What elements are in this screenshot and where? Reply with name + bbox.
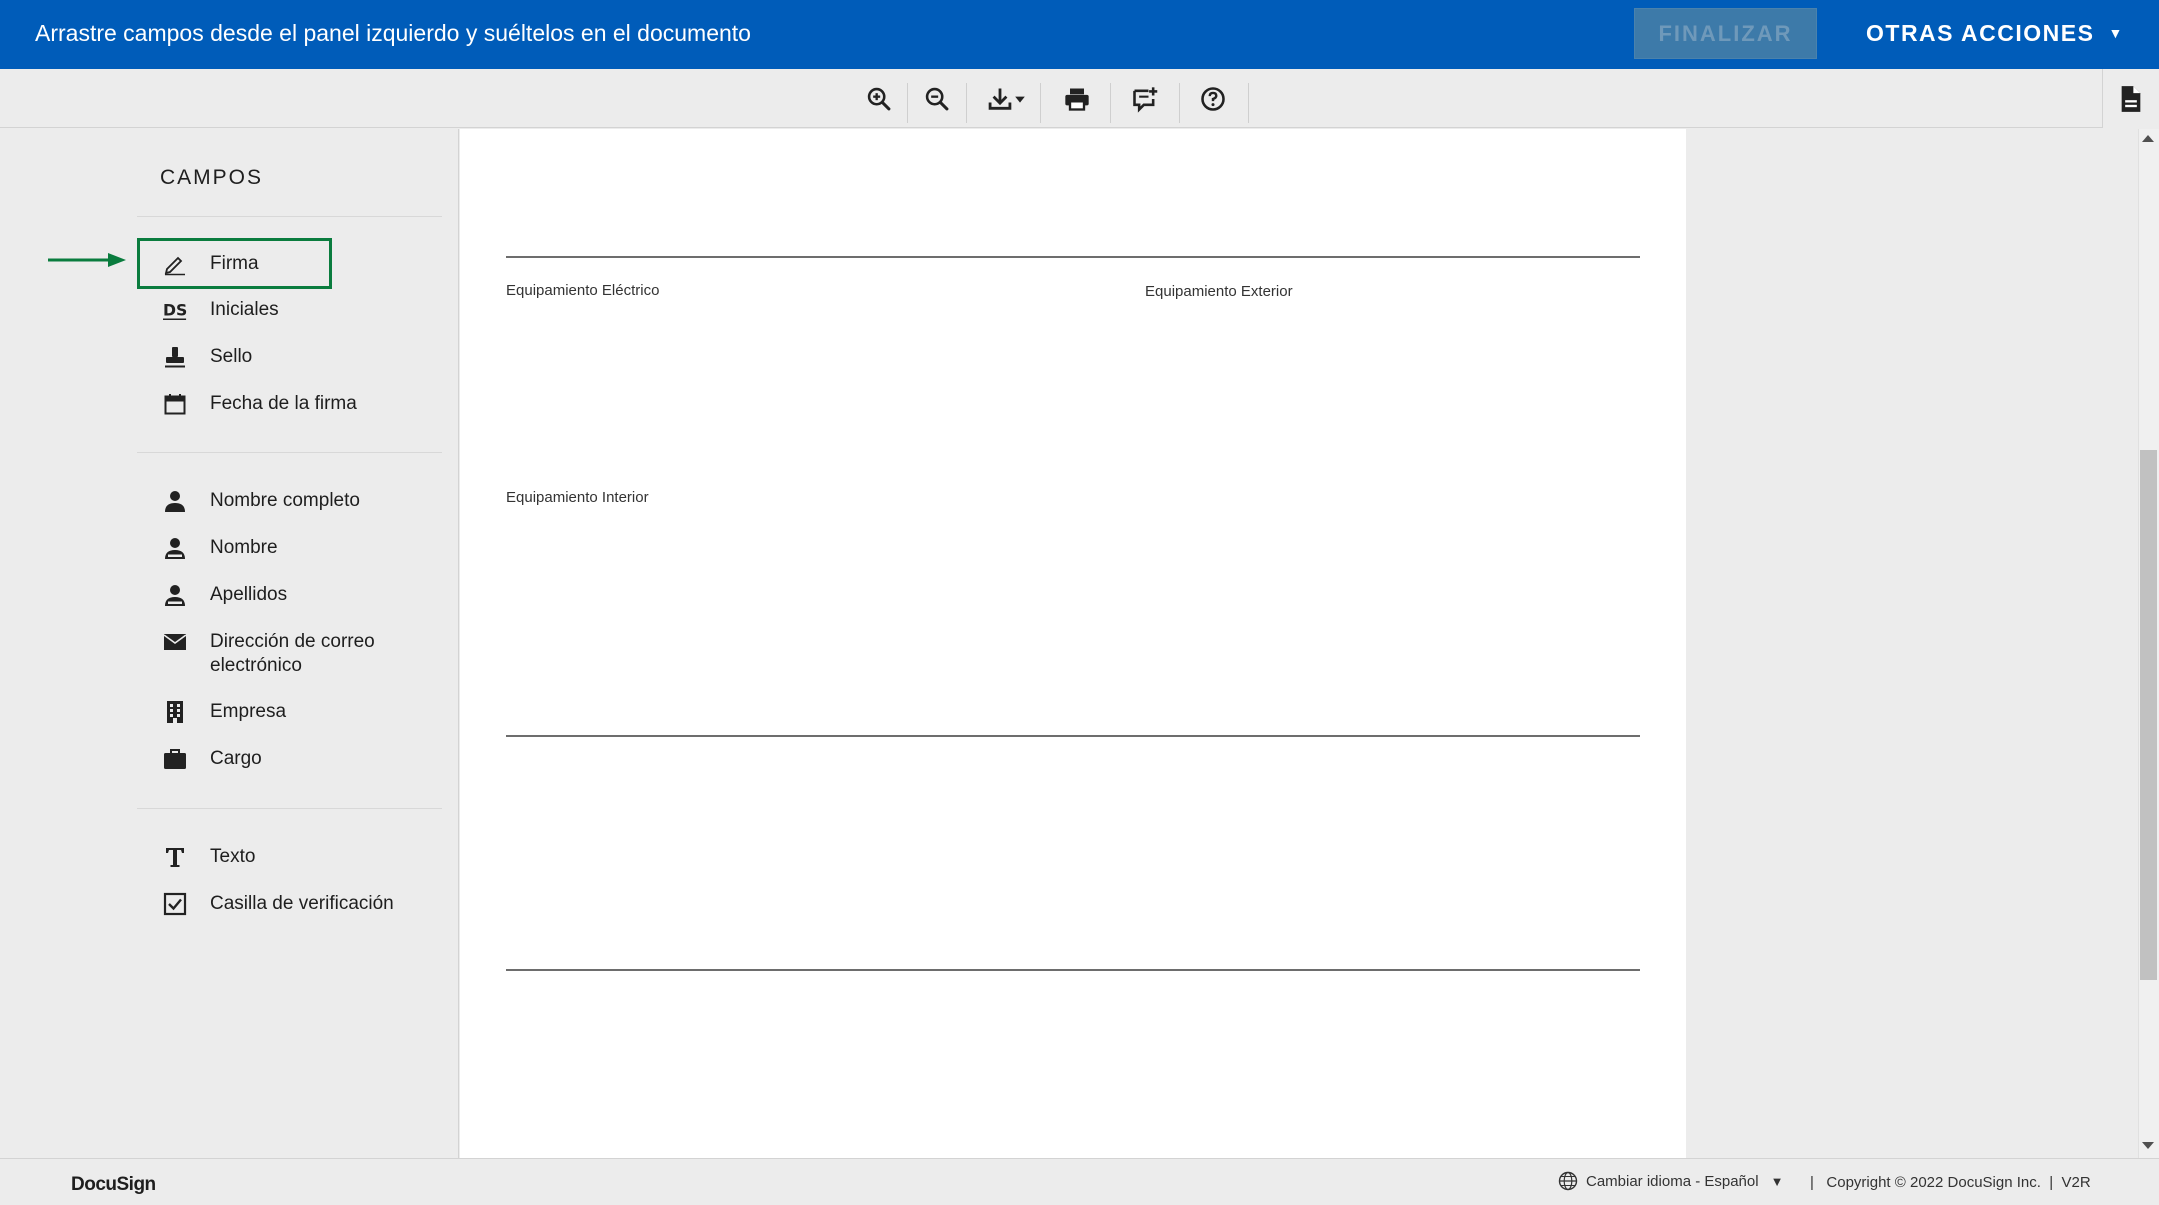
text-t-icon: [163, 845, 187, 869]
field-label: Apellidos: [210, 584, 288, 605]
field-correo[interactable]: Dirección de correo electrónico: [163, 630, 440, 678]
print-button[interactable]: [1062, 81, 1092, 117]
field-casilla[interactable]: Casilla de verificación: [163, 892, 394, 916]
zoom-in-icon: [867, 87, 891, 111]
top-bar: Arrastre campos desde el panel izquierdo…: [0, 0, 2159, 69]
field-label: Iniciales: [210, 299, 279, 320]
zoom-out-icon: [925, 87, 949, 111]
scrollbar-thumb[interactable]: [2140, 450, 2157, 980]
envelope-icon: [163, 630, 187, 654]
globe-icon: [1558, 1171, 1578, 1191]
building-icon: [163, 700, 187, 724]
field-empresa[interactable]: Empresa: [163, 700, 286, 724]
help-icon: [1201, 87, 1225, 111]
label-equipamiento-exterior: Equipamiento Exterior: [1145, 283, 1293, 300]
finalize-button[interactable]: FINALIZAR: [1634, 8, 1817, 59]
field-iniciales[interactable]: DS Iniciales: [163, 298, 279, 322]
scroll-down-icon[interactable]: [2142, 1142, 2154, 1149]
field-label: Nombre: [210, 537, 278, 558]
download-button[interactable]: [983, 81, 1029, 117]
person-icon: [163, 489, 187, 513]
other-actions-label: OTRAS ACCIONES: [1866, 19, 2095, 46]
field-label: Texto: [210, 846, 256, 867]
print-icon: [1065, 88, 1089, 111]
zoom-out-button[interactable]: [922, 81, 952, 117]
field-label: Firma: [210, 253, 259, 274]
checkbox-icon: [163, 892, 187, 916]
help-button[interactable]: [1198, 81, 1228, 117]
person-outline-icon: [163, 583, 187, 607]
field-cargo[interactable]: Cargo: [163, 747, 262, 771]
caret-down-icon: ▼: [2108, 25, 2124, 41]
field-firma[interactable]: Firma: [163, 252, 259, 276]
copyright-text: | Copyright © 2022 DocuSign Inc. | V2R: [1810, 1174, 2091, 1191]
document-rule: [506, 735, 1640, 737]
arrow-pointer-icon: [48, 253, 126, 267]
field-sello[interactable]: Sello: [163, 345, 252, 369]
instructions-text: Arrastre campos desde el panel izquierdo…: [35, 20, 751, 46]
field-nombre[interactable]: Nombre: [163, 536, 278, 560]
field-label: Fecha de la firma: [210, 393, 357, 414]
divider: [137, 216, 442, 217]
field-nombre-completo[interactable]: Nombre completo: [163, 489, 360, 513]
download-icon: [988, 88, 1012, 110]
toolbar: [0, 69, 2159, 128]
label-equipamiento-interior: Equipamiento Interior: [506, 489, 649, 506]
stamp-icon: [163, 345, 187, 369]
language-label: Cambiar idioma - Español: [1586, 1172, 1759, 1190]
person-outline-icon: [163, 536, 187, 560]
field-label: Sello: [210, 346, 253, 367]
fields-panel-title: CAMPOS: [160, 166, 264, 189]
right-margin: [1686, 129, 2138, 1158]
calendar-icon: [163, 392, 187, 416]
other-actions-button[interactable]: OTRAS ACCIONES ▼: [1866, 0, 2124, 66]
scroll-up-icon[interactable]: [2142, 135, 2154, 142]
change-language-button[interactable]: Cambiar idioma - Español ▼: [1558, 1171, 1783, 1191]
field-label: Cargo: [210, 748, 262, 769]
comment-add-icon: [1133, 87, 1158, 113]
caret-down-icon: [1015, 96, 1025, 103]
field-texto[interactable]: Texto: [163, 845, 255, 869]
document-icon: [2121, 85, 2141, 112]
signature-pen-icon: [163, 252, 187, 276]
docusign-logo: DocuSign: [71, 1174, 156, 1195]
initials-ds-icon: DS: [163, 298, 187, 322]
briefcase-icon: [163, 747, 187, 771]
label-equipamiento-electrico: Equipamiento Eléctrico: [506, 282, 660, 299]
field-apellidos[interactable]: Apellidos: [163, 583, 287, 607]
field-fecha-firma[interactable]: Fecha de la firma: [163, 392, 357, 416]
divider: [137, 452, 442, 453]
field-label: Nombre completo: [210, 490, 360, 511]
add-comment-button[interactable]: [1129, 81, 1161, 117]
field-label: Casilla de verificación: [210, 893, 394, 914]
divider: [137, 808, 442, 809]
zoom-in-button[interactable]: [864, 81, 894, 117]
footer: DocuSign Cambiar idioma - Español ▼ | Co…: [0, 1158, 2159, 1205]
caret-down-icon: ▼: [1770, 1173, 1784, 1189]
field-label: Empresa: [210, 701, 287, 722]
svg-text:DS: DS: [163, 301, 187, 320]
field-label: Dirección de correo electrónico: [210, 631, 375, 676]
document-view-button[interactable]: [2102, 69, 2159, 128]
document-rule: [506, 256, 1640, 258]
document-rule: [506, 969, 1640, 971]
